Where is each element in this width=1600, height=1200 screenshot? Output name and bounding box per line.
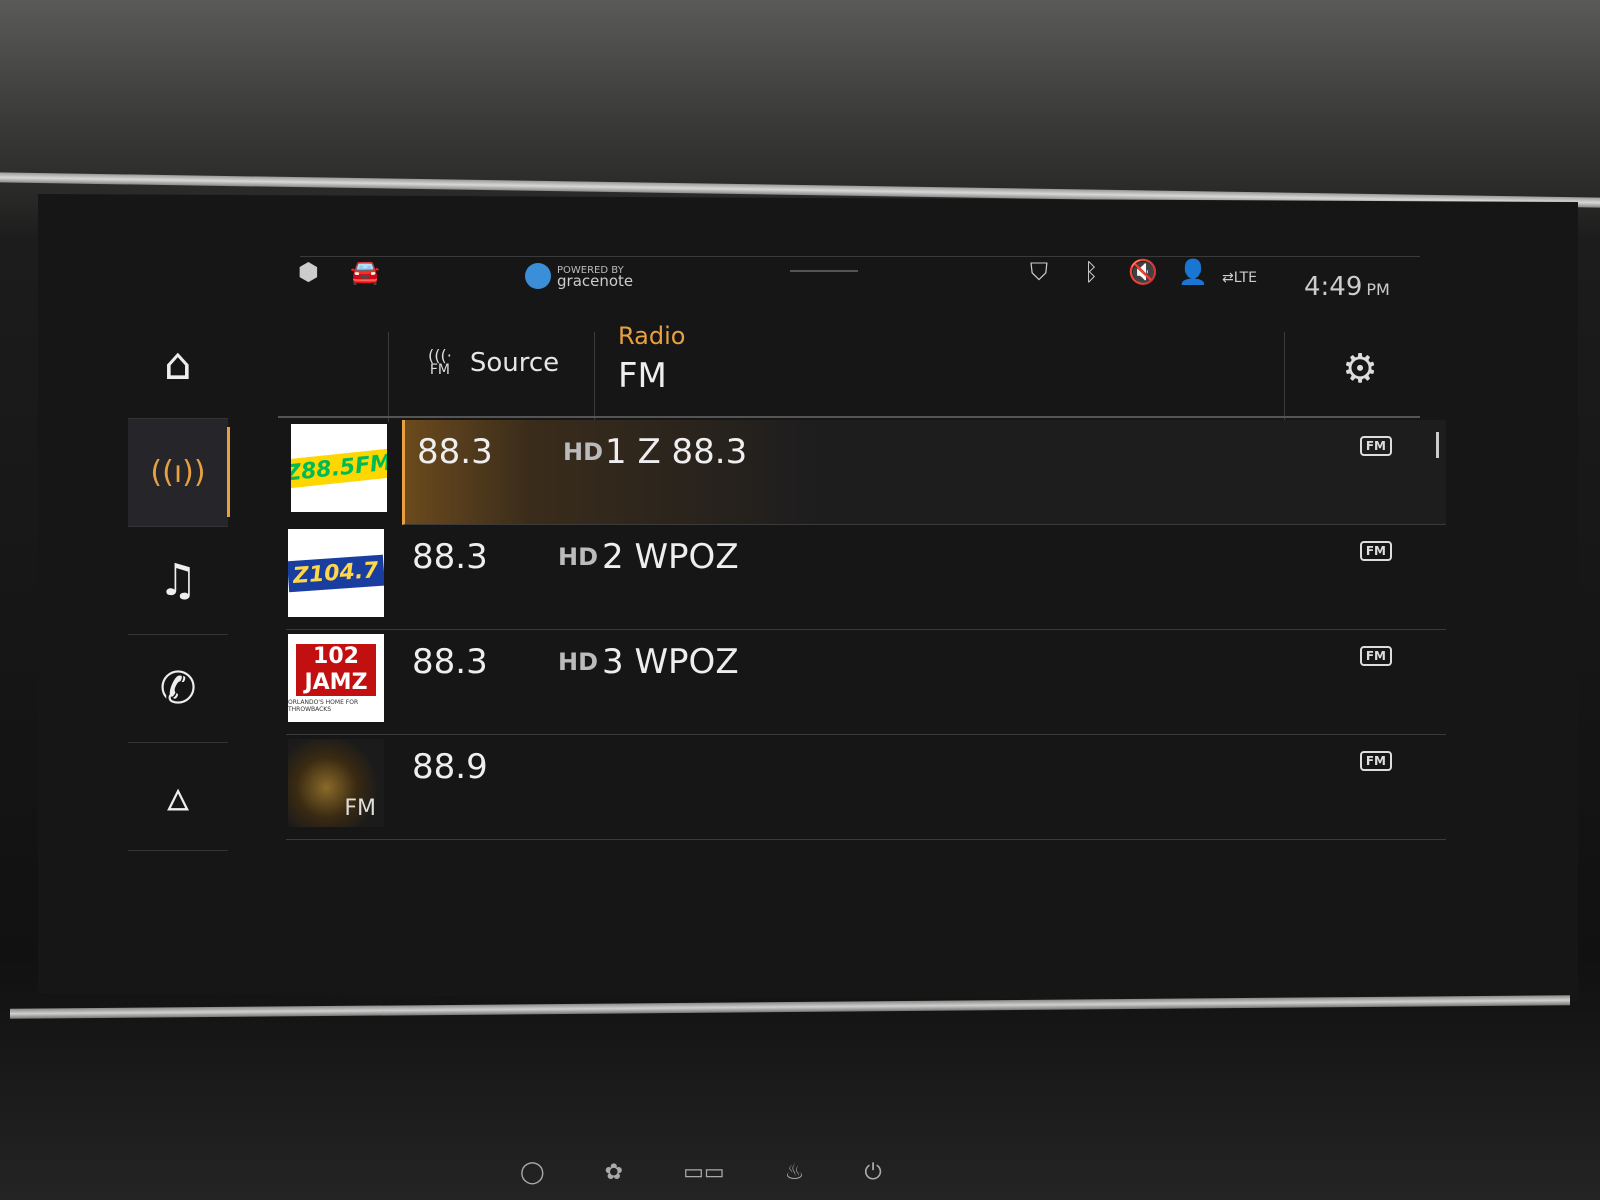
station-row[interactable]: Z104.7 88.3 HD 2 WPOZ FM: [286, 525, 1446, 630]
station-logo-text: 102 JAMZ: [296, 643, 376, 696]
fm-band-badge: FM: [1359, 751, 1392, 771]
station-name: 3 WPOZ: [602, 642, 739, 682]
station-frequency: 88.3: [417, 432, 493, 472]
bluetooth-icon: ᛒ: [1084, 258, 1099, 286]
sidebar-nav: ⌂ ((ı)) ♫ ✆ ▵: [128, 311, 230, 851]
station-frequency: 88.3: [412, 642, 488, 682]
station-name: 2 WPOZ: [602, 537, 739, 577]
location-shield-icon: ⛉: [1030, 258, 1048, 286]
screen-bezel-bottom: [10, 995, 1570, 1019]
sidebar-item-media[interactable]: ♫: [128, 527, 228, 635]
lte-icon: ⇄LTE: [1222, 270, 1257, 286]
cube-icon[interactable]: ⬢: [298, 258, 319, 286]
gear-icon: ⚙: [1342, 346, 1378, 392]
fm-band-badge: FM: [1359, 646, 1392, 666]
page-title: FM: [618, 356, 667, 396]
clock-time: 4:49: [1304, 272, 1363, 302]
clock: 4:49 PM: [1304, 272, 1390, 302]
gracenote-brand: gracenote: [557, 272, 634, 290]
gracenote-badge: POWERED BY gracenote: [525, 263, 633, 289]
fm-band-badge: FM: [1359, 541, 1392, 561]
station-logo-text: FM: [344, 796, 376, 821]
hd-radio-icon: HD: [563, 438, 604, 466]
notification-pull-handle[interactable]: [790, 270, 858, 272]
header-divider: [594, 332, 595, 422]
navigation-icon: ▵: [166, 771, 190, 822]
hardware-controls: ◯ ✿ ▭▭ ♨ ⏻: [520, 1160, 1040, 1200]
page-subtitle: Radio: [618, 322, 686, 350]
hd-radio-icon: HD: [558, 648, 599, 676]
station-logo-text: Z88.5FM: [291, 447, 387, 489]
station-logo: FM: [288, 739, 384, 827]
list-scrollbar[interactable]: [1436, 432, 1439, 458]
radio-icon: ((ı)): [150, 455, 206, 490]
hardware-button-icon[interactable]: ♨: [785, 1160, 805, 1200]
fm-band-badge: FM: [1359, 436, 1392, 456]
sidebar-item-navigation[interactable]: ▵: [128, 743, 228, 851]
hardware-button-icon[interactable]: ✿: [605, 1160, 623, 1200]
station-row[interactable]: 102 JAMZ ORLANDO'S HOME FOR THROWBACKS 8…: [286, 630, 1446, 735]
status-divider: [300, 256, 1420, 257]
hardware-button-icon[interactable]: ◯: [520, 1160, 545, 1200]
sidebar-item-radio[interactable]: ((ı)): [128, 419, 230, 527]
station-logo: Z88.5FM: [291, 424, 387, 512]
driver-profile-icon: 👤: [1178, 258, 1208, 286]
station-logo: 102 JAMZ ORLANDO'S HOME FOR THROWBACKS: [288, 634, 384, 722]
hd-radio-icon: HD: [558, 543, 599, 571]
mute-icon: 🔇: [1128, 258, 1158, 286]
sidebar-item-phone[interactable]: ✆: [128, 635, 228, 743]
source-label: Source: [469, 348, 560, 378]
station-logo-text: Z104.7: [288, 554, 384, 592]
station-logo-subtext: ORLANDO'S HOME FOR THROWBACKS: [288, 698, 359, 713]
clock-ampm: PM: [1366, 280, 1390, 299]
header-underline: [278, 416, 1420, 418]
fm-source-icon: (((· FM: [428, 346, 452, 378]
hardware-button-icon[interactable]: ▭▭: [683, 1160, 725, 1200]
music-icon: ♫: [158, 555, 198, 606]
station-row[interactable]: Z88.5FM 88.3 HD 1 Z 88.3 FM: [291, 420, 1446, 525]
station-name: 1 Z 88.3: [605, 432, 748, 472]
settings-button[interactable]: ⚙: [1342, 346, 1378, 392]
radio-header: (((· FM Source Radio FM ⚙: [278, 312, 1418, 422]
header-divider: [1284, 332, 1285, 422]
phone-icon: ✆: [159, 663, 197, 714]
car-info-icon[interactable]: 🚘: [350, 258, 380, 286]
station-row[interactable]: FM 88.9 FM: [286, 735, 1446, 840]
source-icon-label: FM: [429, 362, 450, 378]
station-frequency: 88.3: [412, 537, 488, 577]
sidebar-item-home[interactable]: ⌂: [128, 311, 228, 419]
gracenote-logo-icon: [525, 263, 551, 289]
gracenote-text: POWERED BY gracenote: [557, 265, 634, 290]
home-icon: ⌂: [164, 339, 192, 390]
source-button[interactable]: (((· FM Source: [428, 346, 560, 379]
station-logo: Z104.7: [288, 529, 384, 617]
station-list: Z88.5FM 88.3 HD 1 Z 88.3 FM Z104.7 88.3 …: [286, 420, 1446, 840]
header-divider: [388, 332, 389, 422]
station-frequency: 88.9: [412, 747, 488, 787]
power-icon[interactable]: ⏻: [864, 1160, 881, 1200]
